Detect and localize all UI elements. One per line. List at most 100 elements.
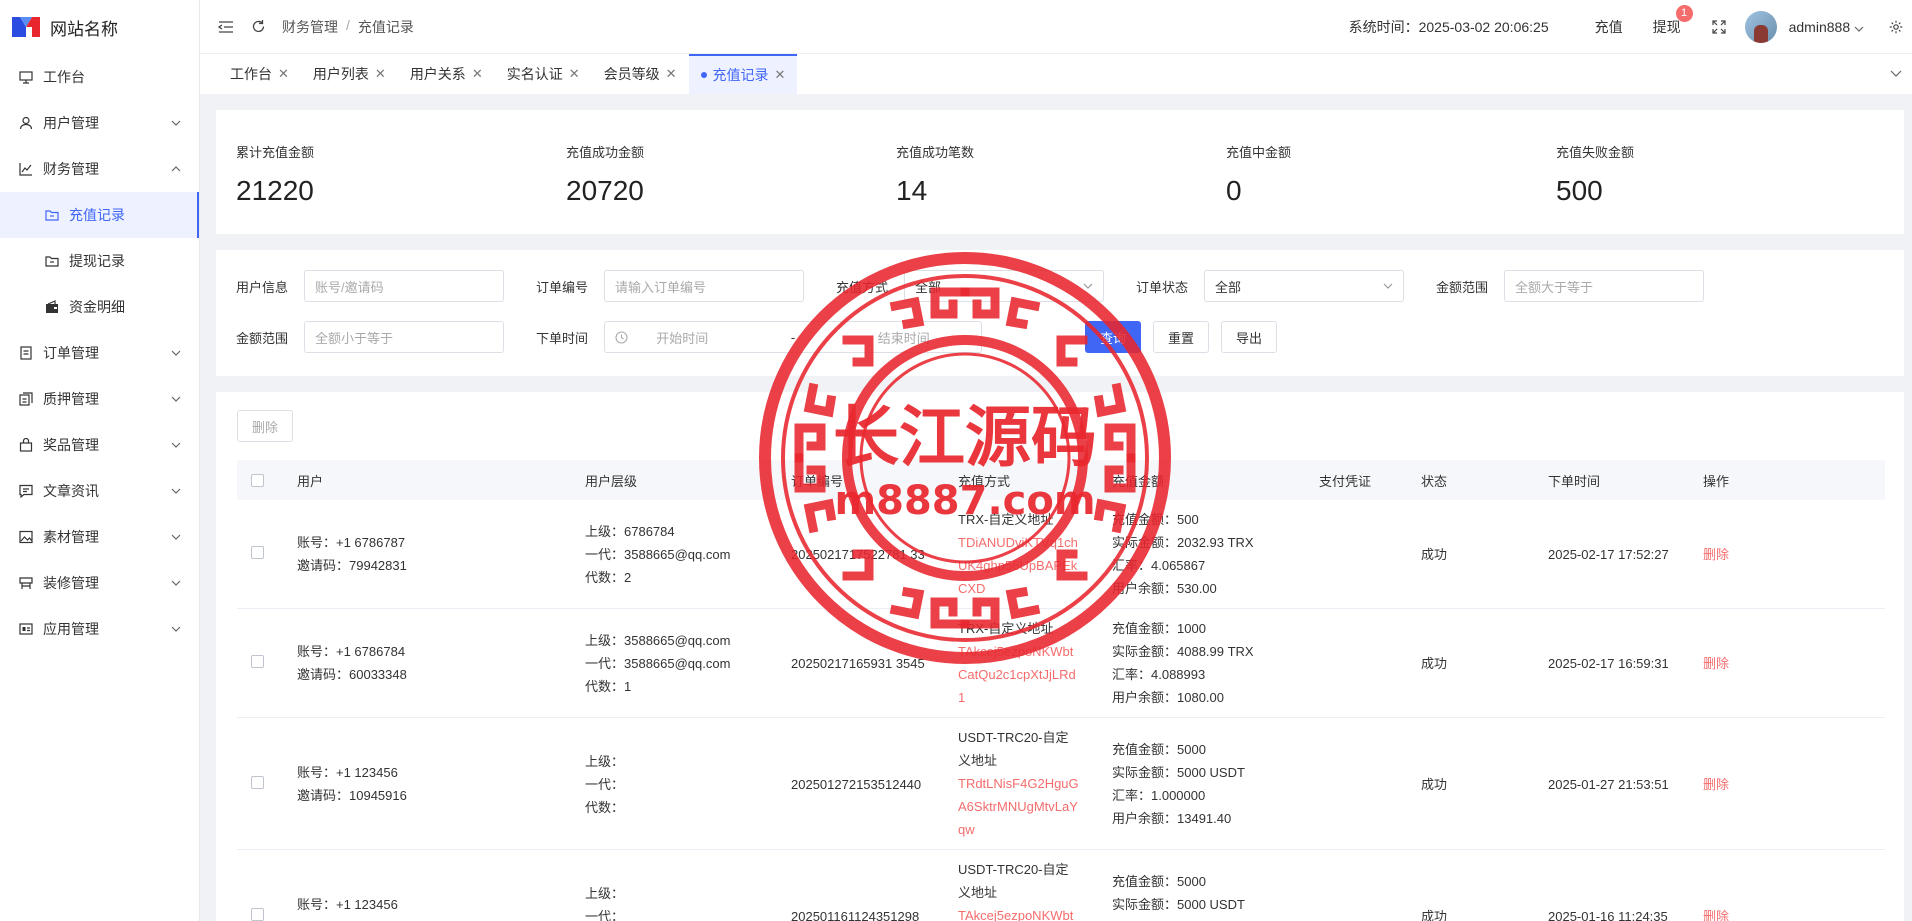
sidebar-item-prize-management[interactable]: 奖品管理 xyxy=(0,422,199,468)
stat-value: 14 xyxy=(896,175,928,206)
chevron-down-icon xyxy=(171,531,181,543)
close-icon[interactable]: ✕ xyxy=(472,66,483,82)
filter-label: 用户信息 xyxy=(236,279,289,295)
reset-button[interactable]: 重置 xyxy=(1153,321,1210,353)
column-header-method: 充值方式 xyxy=(958,473,1011,489)
sidebar-item-decoration[interactable]: 装修管理 xyxy=(0,560,199,606)
end-time-input[interactable]: 结束时间 xyxy=(878,328,930,347)
row-checkbox[interactable] xyxy=(251,776,264,789)
sidebar-item-pledge-management[interactable]: 质押管理 xyxy=(0,376,199,422)
column-header-amount: 充值金额 xyxy=(1112,473,1165,489)
export-button[interactable]: 导出 xyxy=(1221,321,1278,353)
close-icon[interactable]: ✕ xyxy=(375,66,386,82)
gear-icon[interactable] xyxy=(1888,19,1904,35)
exchange-rate: 汇率：4.088993 xyxy=(1112,667,1206,682)
row-checkbox[interactable] xyxy=(251,546,264,559)
clock-icon xyxy=(615,331,628,347)
breadcrumb-item[interactable]: 财务管理 xyxy=(282,17,338,37)
amount-max-input[interactable]: 全额小于等于 xyxy=(304,321,504,353)
delete-link[interactable]: 删除 xyxy=(1703,773,1729,796)
query-button[interactable]: 查询 xyxy=(1085,321,1142,353)
delete-link[interactable]: 删除 xyxy=(1703,905,1729,921)
sidebar-item-finance[interactable]: 财务管理 xyxy=(0,146,199,192)
table-row: 账号：+1 123456 邀请码：10945916 上级： 一代： 代数： 20250… xyxy=(237,718,1885,850)
tab-label: 用户关系 xyxy=(409,66,466,82)
tab-bar: 工作台 ✕ 用户列表 ✕ 用户关系 ✕ 实名认证 ✕ 会员等级 ✕ 充值记录 ✕ xyxy=(200,54,1912,94)
recharge-link[interactable]: 充值 xyxy=(1595,17,1623,37)
sidebar-item-recharge-records[interactable]: 充值记录 xyxy=(0,192,199,238)
tab-member-level[interactable]: 会员等级 ✕ xyxy=(592,54,689,94)
table-row: 账号：+1 123456 上级： 一代： 202501161124351298 U… xyxy=(237,850,1885,921)
order-no: 2025021717522781 33 xyxy=(791,547,925,562)
close-icon[interactable]: ✕ xyxy=(278,66,289,82)
actual-amount: 实际金额：2032.93 TRX xyxy=(1112,535,1254,550)
method-name: USDT-TRC20-自定 xyxy=(958,862,1069,877)
tab-real-name[interactable]: 实名认证 ✕ xyxy=(495,54,592,94)
menu-fold-icon[interactable] xyxy=(218,19,234,35)
sidebar-item-workbench[interactable]: 工作台 xyxy=(0,54,199,100)
sidebar-item-materials[interactable]: 素材管理 xyxy=(0,514,199,560)
start-time-input[interactable]: 开始时间 xyxy=(656,328,708,347)
sidebar-item-order-management[interactable]: 订单管理 xyxy=(0,330,199,376)
stat-pending-amount: 充值中金额 0 xyxy=(1226,110,1556,234)
order-no: 202501272153512440 xyxy=(791,777,922,792)
filter-actions: 查询 重置 导出 xyxy=(1085,321,1278,353)
tab-recharge-records[interactable]: 充值记录 ✕ xyxy=(688,54,798,94)
batch-delete-button[interactable]: 删除 xyxy=(237,410,294,442)
stat-value: 21220 xyxy=(236,175,314,206)
status-text: 成功 xyxy=(1421,656,1448,671)
refresh-icon[interactable] xyxy=(250,19,266,35)
level-upper: 上级：3588665@qq.com xyxy=(585,633,731,648)
monitor-icon xyxy=(18,69,34,85)
status-select[interactable]: 全部 xyxy=(1204,270,1404,302)
close-icon[interactable]: ✕ xyxy=(569,66,580,82)
delete-link[interactable]: 删除 xyxy=(1703,543,1729,566)
table-row: 账号：+1 6786787 邀请码：79942831 上级：6786784 一代：3… xyxy=(237,500,1885,609)
tab-user-list[interactable]: 用户列表 ✕ xyxy=(301,54,398,94)
withdraw-link[interactable]: 提现 1 xyxy=(1653,5,1693,37)
tab-workbench[interactable]: 工作台 ✕ xyxy=(218,54,301,94)
method-cell: USDT-TRC20-自定 义地址 TRdtLNisF4G2HguG A6SktrMN… xyxy=(958,726,1079,841)
sidebar-item-articles[interactable]: 文章资讯 xyxy=(0,468,199,514)
level-first: 一代： xyxy=(585,777,625,792)
order-time: 2025-01-16 11:24:35 xyxy=(1548,909,1668,921)
breadcrumb: 财务管理 / 充值记录 xyxy=(282,17,414,37)
amount-min-input[interactable]: 全额大于等于 xyxy=(1504,270,1704,302)
chevron-down-icon[interactable] xyxy=(1890,66,1902,80)
sidebar-item-app-management[interactable]: 应用管理 xyxy=(0,606,199,652)
sidebar-item-user-management[interactable]: 用户管理 xyxy=(0,100,199,146)
user-cell: 账号：+1 6786787 邀请码：79942831 xyxy=(297,531,407,577)
column-header-level: 用户层级 xyxy=(585,473,638,489)
actual-amount: 实际金额：4088.99 TRX xyxy=(1112,644,1254,659)
stat-value: 500 xyxy=(1556,175,1603,206)
level-upper: 上级： xyxy=(585,754,625,769)
close-icon[interactable]: ✕ xyxy=(775,67,786,83)
row-checkbox[interactable] xyxy=(251,655,264,668)
order-no-input[interactable]: 请输入订单编号 xyxy=(604,270,804,302)
method-name: 义地址 xyxy=(958,753,998,768)
method-select[interactable]: 全部 xyxy=(904,270,1104,302)
user-menu[interactable]: admin888 xyxy=(1789,19,1864,35)
sidebar: 网站名称 工作台 用户管理 财务管理 充值记录 提现记录 资金明细 订单管理 质… xyxy=(0,0,200,921)
sidebar-item-fund-details[interactable]: 资金明细 xyxy=(0,284,199,330)
logo[interactable]: 网站名称 xyxy=(0,0,199,54)
row-checkbox[interactable] xyxy=(251,908,264,921)
delete-link[interactable]: 删除 xyxy=(1703,652,1729,675)
tab-user-relations[interactable]: 用户关系 ✕ xyxy=(398,54,495,94)
order-no: 202501161124351298 xyxy=(791,909,920,921)
sidebar-item-withdraw-records[interactable]: 提现记录 xyxy=(0,238,199,284)
date-range-picker[interactable]: 开始时间 - 结束时间 xyxy=(604,321,982,353)
close-icon[interactable]: ✕ xyxy=(666,66,677,82)
tab-label: 充值记录 xyxy=(712,67,769,83)
table-header: 用户 用户层级 订单编号 充值方式 充值金额 支付凭证 状态 下单时间 操作 xyxy=(237,460,1885,500)
level-cell: 上级：6786784 一代：3588665@qq.com 代数：2 xyxy=(585,520,730,589)
breadcrumb-current: 充值记录 xyxy=(357,18,414,35)
filter-label: 金额范围 xyxy=(236,330,289,346)
avatar[interactable] xyxy=(1744,11,1777,43)
invite-code: 邀请码：10945916 xyxy=(297,788,407,803)
fullscreen-icon[interactable] xyxy=(1711,19,1727,35)
site-name: 网站名称 xyxy=(50,19,118,39)
select-all-checkbox[interactable] xyxy=(251,473,264,487)
user-info-input[interactable]: 账号/邀请码 xyxy=(304,270,504,302)
range-separator: - xyxy=(790,329,796,345)
